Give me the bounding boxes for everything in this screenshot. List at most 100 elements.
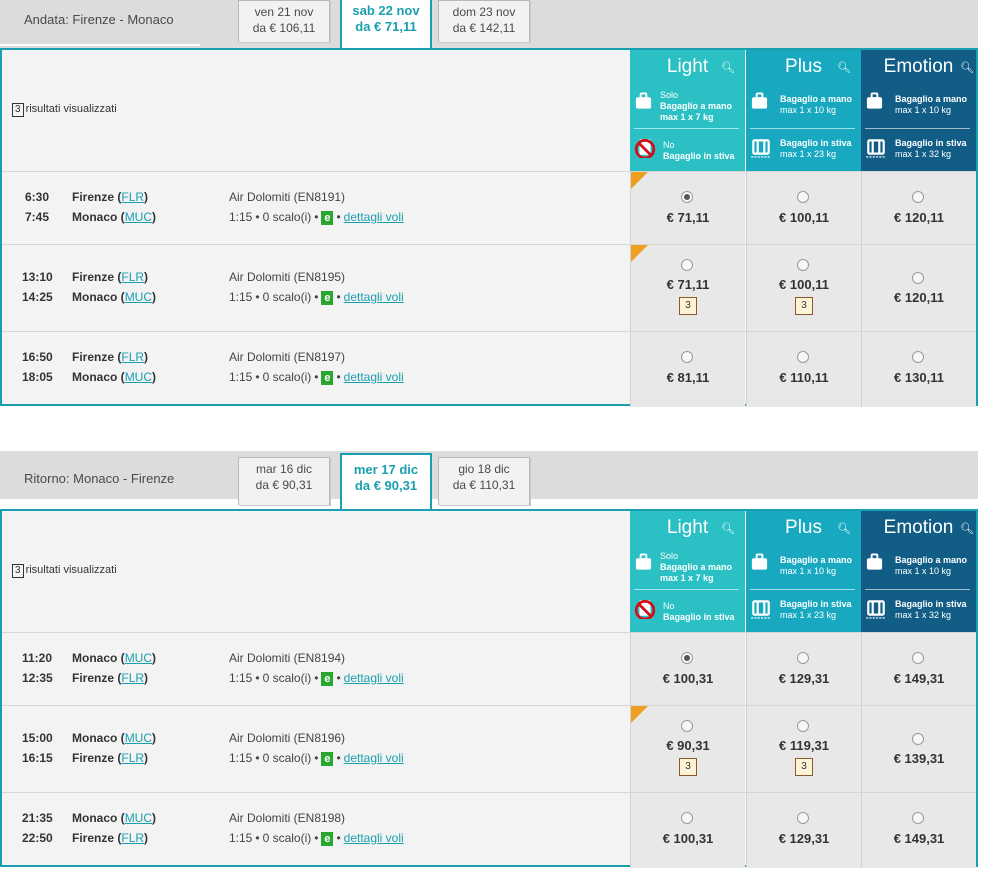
flight-info: Air Dolomiti (EN8198) 1:15 • 0 scalo(i) • e •… xyxy=(229,808,404,848)
hand-luggage-icon xyxy=(751,553,768,570)
flight-details-link[interactable]: dettagli voli xyxy=(344,751,404,765)
airport-code-link[interactable]: FLR xyxy=(121,270,144,284)
flight-cities: Firenze (FLR) Monaco (MUC) xyxy=(72,350,157,384)
airport-code-link[interactable]: FLR xyxy=(121,831,144,845)
return-results-panel: 3 risultati visualizzati Light 🔍︎ Solo Ba… xyxy=(0,509,978,868)
flight-row[interactable]: 6:30 7:45 Firenze (FLR) Monaco (MUC) Air … xyxy=(2,171,976,245)
fare-cell-light[interactable]: € 90,31 3 xyxy=(630,706,745,793)
fare-radio[interactable] xyxy=(681,351,693,363)
flight-row[interactable]: 21:35 22:50 Monaco (MUC) Firenze (FLR) Ai… xyxy=(2,792,976,868)
flight-info: Air Dolomiti (EN8191) 1:15 • 0 scalo(i) • e •… xyxy=(229,187,404,227)
fare-radio[interactable] xyxy=(681,812,693,824)
fare-header-plus[interactable]: Plus 🔍︎ Bagaglio a mano max 1 x 10 kg Ba… xyxy=(746,511,861,632)
hold-luggage-icon xyxy=(866,600,886,619)
fare-cell-plus[interactable]: € 110,11 xyxy=(746,332,861,407)
fare-radio[interactable] xyxy=(681,652,693,664)
fare-cell-emotion[interactable]: € 149,31 xyxy=(861,793,976,868)
fare-header-emotion[interactable]: Emotion 🔍︎ Bagaglio a mano max 1 x 10 kg… xyxy=(861,50,976,171)
fare-header-emotion[interactable]: Emotion 🔍︎ Bagaglio a mano max 1 x 10 kg… xyxy=(861,511,976,632)
fare-radio[interactable] xyxy=(797,259,809,271)
date-tab-next[interactable]: dom 23 nov da € 142,11 xyxy=(438,0,530,42)
fare-radio[interactable] xyxy=(681,259,693,271)
flight-details-link[interactable]: dettagli voli xyxy=(344,210,404,224)
fare-header-plus[interactable]: Plus 🔍︎ Bagaglio a mano max 1 x 10 kg Ba… xyxy=(746,50,861,171)
airport-code-link[interactable]: FLR xyxy=(121,751,144,765)
fare-cell-plus[interactable]: € 129,31 xyxy=(746,793,861,868)
tab-price: da € 106,11 xyxy=(252,21,316,35)
tab-day: dom 23 nov xyxy=(452,5,516,19)
flight-details-link[interactable]: dettagli voli xyxy=(344,290,404,304)
fare-cell-emotion[interactable]: € 139,31 xyxy=(861,706,976,793)
return-section: Ritorno: Monaco - Firenze mar 16 dic da … xyxy=(0,451,978,868)
date-tab-next[interactable]: gio 18 dic da € 110,31 xyxy=(438,457,530,505)
flight-row[interactable]: 16:50 18:05 Firenze (FLR) Monaco (MUC) Ai… xyxy=(2,331,976,407)
fare-price: € 120,11 xyxy=(894,210,944,225)
fare-hand-text: Solo Bagaglio a mano max 1 x 7 kg xyxy=(660,551,733,583)
magnifier-icon[interactable]: 🔍︎ xyxy=(960,522,974,535)
fare-cell-emotion[interactable]: € 120,11 xyxy=(861,172,976,245)
fare-radio[interactable] xyxy=(797,191,809,203)
airport-code-link[interactable]: MUC xyxy=(125,731,152,745)
fare-hold-text: No Bagaglio in stiva xyxy=(663,140,735,161)
fare-header-light[interactable]: Light 🔍︎ Solo Bagaglio a mano max 1 x 7 … xyxy=(630,50,745,171)
fare-cell-plus[interactable]: € 119,31 3 xyxy=(746,706,861,793)
fare-cell-emotion[interactable]: € 130,11 xyxy=(861,332,976,407)
airport-code-link[interactable]: MUC xyxy=(125,651,152,665)
magnifier-icon[interactable]: 🔍︎ xyxy=(960,61,974,74)
fare-cell-light[interactable]: € 100,31 xyxy=(630,793,745,868)
outbound-results-panel: 3 risultati visualizzati Light 🔍︎ Solo Ba… xyxy=(0,48,978,407)
airport-code-link[interactable]: MUC xyxy=(125,811,152,825)
date-tab-selected[interactable]: sab 22 nov da € 71,11 xyxy=(340,0,432,48)
fare-hand-text: Bagaglio a mano max 1 x 10 kg xyxy=(895,94,968,115)
flight-details-link[interactable]: dettagli voli xyxy=(344,671,404,685)
magnifier-icon[interactable]: 🔍︎ xyxy=(837,61,851,74)
magnifier-icon[interactable]: 🔍︎ xyxy=(721,61,735,74)
eticket-badge: e xyxy=(321,290,334,305)
fare-radio[interactable] xyxy=(797,351,809,363)
date-tab-selected[interactable]: mer 17 dic da € 90,31 xyxy=(340,453,432,511)
fare-cell-plus[interactable]: € 100,11 3 xyxy=(746,245,861,332)
fare-radio[interactable] xyxy=(797,720,809,732)
flight-row[interactable]: 15:00 16:15 Monaco (MUC) Firenze (FLR) Ai… xyxy=(2,705,976,793)
flight-times: 11:20 12:35 xyxy=(22,651,53,685)
airport-code-link[interactable]: MUC xyxy=(125,210,152,224)
fare-header-light[interactable]: Light 🔍︎ Solo Bagaglio a mano max 1 x 7 … xyxy=(630,511,745,632)
hand-luggage-icon xyxy=(751,92,768,109)
fare-radio[interactable] xyxy=(797,812,809,824)
fare-radio[interactable] xyxy=(912,191,924,203)
fare-radio[interactable] xyxy=(681,191,693,203)
airport-code-link[interactable]: FLR xyxy=(121,350,144,364)
fare-radio[interactable] xyxy=(912,733,924,745)
tab-price: da € 90,31 xyxy=(354,478,418,493)
airport-code-link[interactable]: MUC xyxy=(125,290,152,304)
fare-cell-light[interactable]: € 81,11 xyxy=(630,332,745,407)
fare-cell-light[interactable]: € 71,11 xyxy=(630,172,745,245)
airport-code-link[interactable]: MUC xyxy=(125,370,152,384)
fare-price: € 149,31 xyxy=(893,831,945,846)
magnifier-icon[interactable]: 🔍︎ xyxy=(837,522,851,535)
date-tab-prev[interactable]: mar 16 dic da € 90,31 xyxy=(238,457,330,505)
flight-details-link[interactable]: dettagli voli xyxy=(344,370,404,384)
fare-radio[interactable] xyxy=(912,351,924,363)
fare-radio[interactable] xyxy=(912,652,924,664)
fare-cell-emotion[interactable]: € 149,31 xyxy=(861,633,976,706)
date-tab-prev[interactable]: ven 21 nov da € 106,11 xyxy=(238,0,330,42)
flight-times: 6:30 7:45 xyxy=(25,190,50,224)
results-count-label: risultati visualizzati xyxy=(25,564,117,576)
flight-row[interactable]: 13:10 14:25 Firenze (FLR) Monaco (MUC) Ai… xyxy=(2,244,976,332)
airport-code-link[interactable]: FLR xyxy=(121,671,144,685)
fare-cell-light[interactable]: € 71,11 3 xyxy=(630,245,745,332)
magnifier-icon[interactable]: 🔍︎ xyxy=(721,522,735,535)
fare-radio[interactable] xyxy=(912,272,924,284)
fare-cell-emotion[interactable]: € 120,11 xyxy=(861,245,976,332)
flight-row[interactable]: 11:20 12:35 Monaco (MUC) Firenze (FLR) Ai… xyxy=(2,632,976,706)
fare-cell-plus[interactable]: € 100,11 xyxy=(746,172,861,245)
fare-radio[interactable] xyxy=(681,720,693,732)
fare-radio[interactable] xyxy=(797,652,809,664)
flight-info: Air Dolomiti (EN8197) 1:15 • 0 scalo(i) • e •… xyxy=(229,347,404,387)
fare-radio[interactable] xyxy=(912,812,924,824)
flight-details-link[interactable]: dettagli voli xyxy=(344,831,404,845)
fare-cell-plus[interactable]: € 129,31 xyxy=(746,633,861,706)
fare-cell-light[interactable]: € 100,31 xyxy=(630,633,745,706)
airport-code-link[interactable]: FLR xyxy=(121,190,144,204)
